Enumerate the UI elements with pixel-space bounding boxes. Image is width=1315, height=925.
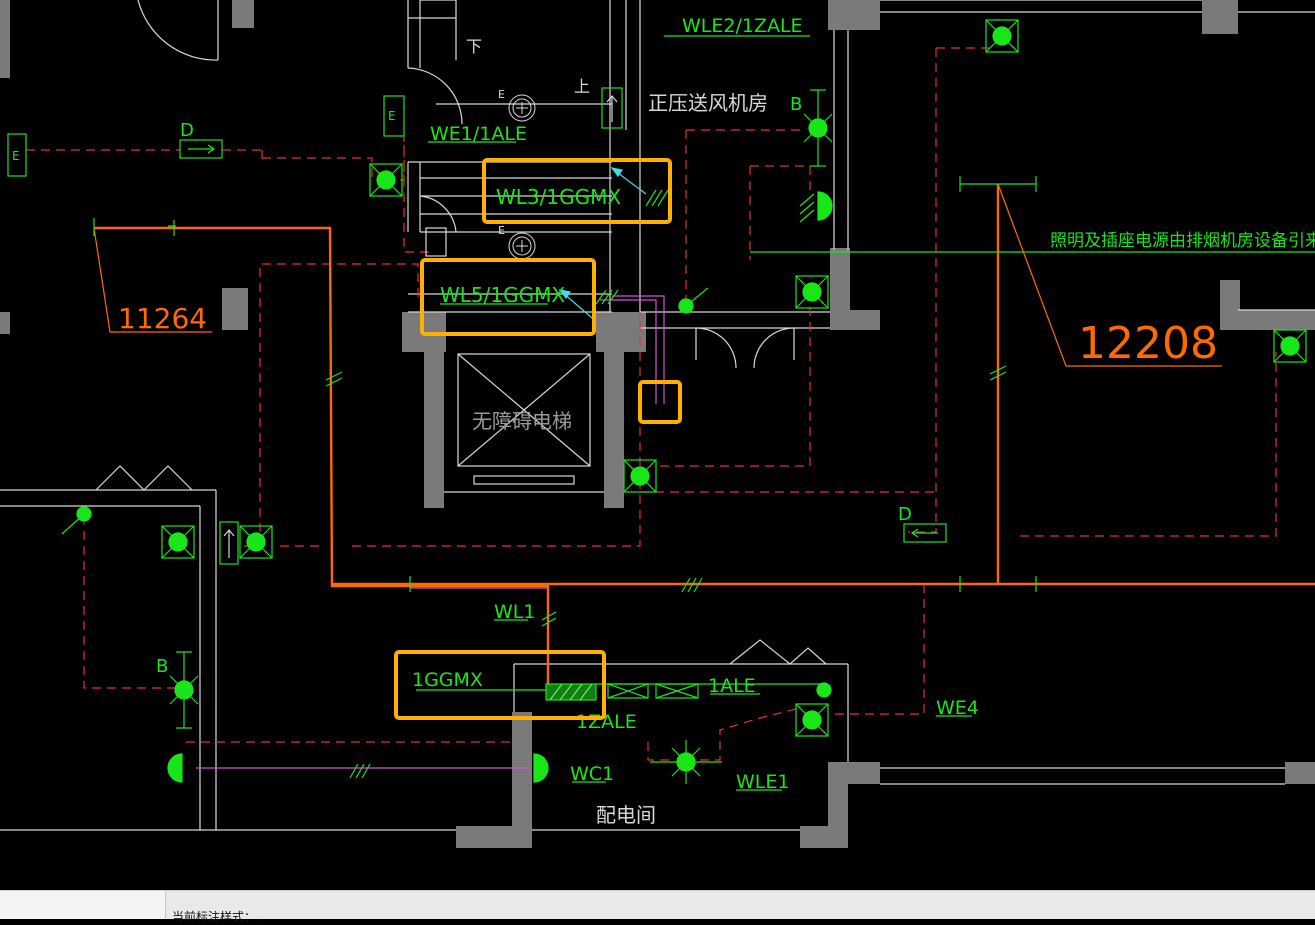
ceiling-lamp-icon bbox=[169, 651, 199, 729]
highlight-riser bbox=[638, 380, 682, 424]
label-we4: WE4 bbox=[936, 697, 979, 719]
wall-lamp-icon bbox=[678, 287, 709, 314]
label-1ale: 1ALE bbox=[708, 675, 756, 697]
label-wl3-1ggmx: WL3/1GGMX bbox=[496, 185, 621, 209]
letter-e-3: E bbox=[12, 149, 20, 163]
dimension-left: 11264 bbox=[118, 302, 207, 335]
fixture-icon bbox=[369, 163, 403, 197]
fixture-icon bbox=[161, 525, 195, 559]
dimension-right: 12208 bbox=[1078, 318, 1218, 369]
label-wle1: WLE1 bbox=[736, 771, 789, 793]
status-bar: 当前标注样式：... bbox=[0, 890, 1315, 924]
fixture-icon bbox=[795, 703, 829, 737]
dimension-lines bbox=[93, 183, 1222, 367]
fixture-icon bbox=[985, 19, 1019, 53]
label-1zale: 1ZALE bbox=[576, 711, 637, 733]
half-lamp-icon bbox=[817, 191, 833, 221]
letter-e-1: E bbox=[498, 88, 505, 101]
wall-lamp-icon bbox=[816, 682, 832, 698]
distribution-panels bbox=[545, 683, 699, 701]
fixture-icon bbox=[795, 275, 829, 309]
label-we1-1ale: WE1/1ALE bbox=[430, 123, 527, 145]
letter-d-top: D bbox=[180, 120, 194, 141]
label-wl5-1ggmx: WL5/1GGMX bbox=[440, 283, 565, 307]
letter-e-4: E bbox=[388, 109, 396, 123]
architectural-linework bbox=[0, 0, 1315, 831]
symbol-letters: D D B B E E E E bbox=[12, 88, 912, 677]
panel-1ggmx-box bbox=[545, 683, 597, 701]
status-bar-left-panel bbox=[0, 891, 166, 919]
red-dashed-circuits bbox=[26, 47, 1277, 761]
fixture-symbols bbox=[161, 19, 1307, 737]
half-lamp-icon bbox=[533, 753, 549, 783]
half-lamp-icon bbox=[167, 753, 183, 783]
emergency-lamp-icon bbox=[508, 94, 536, 122]
stair-up-label: 上 bbox=[574, 77, 590, 96]
letter-b-top: B bbox=[790, 94, 802, 115]
ceiling-lamp-icon bbox=[803, 89, 833, 167]
letter-e-2: E bbox=[498, 224, 505, 237]
fixture-icon bbox=[239, 525, 273, 559]
fan-room-label: 正压送风机房 bbox=[648, 91, 768, 115]
fixture-icon bbox=[1273, 329, 1307, 363]
emergency-lamp-icon bbox=[508, 232, 536, 260]
status-bar-text: 当前标注样式：... bbox=[172, 910, 267, 924]
orange-routes bbox=[94, 184, 1315, 690]
label-1ggmx: 1GGMX bbox=[412, 669, 483, 691]
elevator-label: 无障碍电梯 bbox=[472, 409, 572, 433]
label-wle2-1zale: WLE2/1ZALE bbox=[682, 15, 803, 37]
letter-b-left: B bbox=[156, 656, 168, 677]
emergency-lamps bbox=[508, 94, 536, 260]
power-source-note: 照明及插座电源由排烟机房设备引来 bbox=[1050, 231, 1315, 251]
stair-down-label: 下 bbox=[466, 37, 482, 56]
cad-drawing-canvas[interactable]: 正压送风机房 无障碍电梯 配电间 下 上 WLE2/1ZALE WE1/1ALE… bbox=[0, 0, 1315, 890]
wall-lamp-icon bbox=[61, 506, 92, 535]
label-wc1: WC1 bbox=[570, 763, 614, 785]
label-wl1: WL1 bbox=[494, 601, 535, 623]
distribution-room-label: 配电间 bbox=[596, 803, 656, 827]
letter-d-right: D bbox=[898, 504, 912, 525]
